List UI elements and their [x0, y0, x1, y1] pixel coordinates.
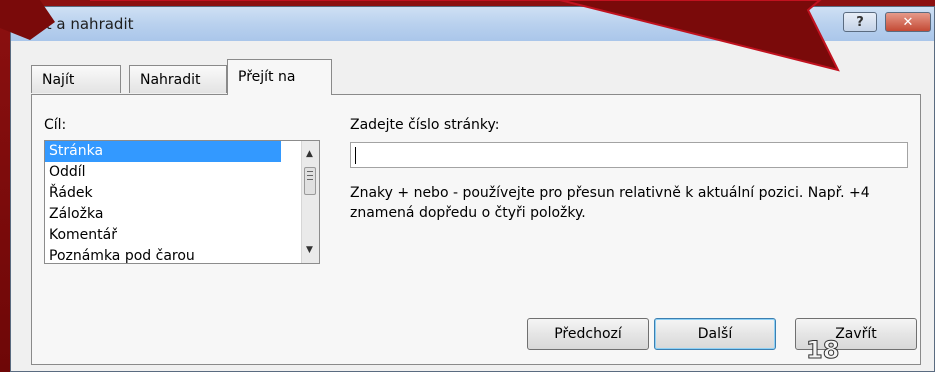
callout-shape	[0, 0, 840, 72]
slide-number: 18	[805, 336, 840, 365]
tab-goto-label: Přejít na	[238, 69, 296, 85]
callout-left-wedge	[0, 0, 55, 40]
tab-goto[interactable]: Přejít na	[227, 59, 332, 95]
callout-pointer	[90, 0, 840, 72]
